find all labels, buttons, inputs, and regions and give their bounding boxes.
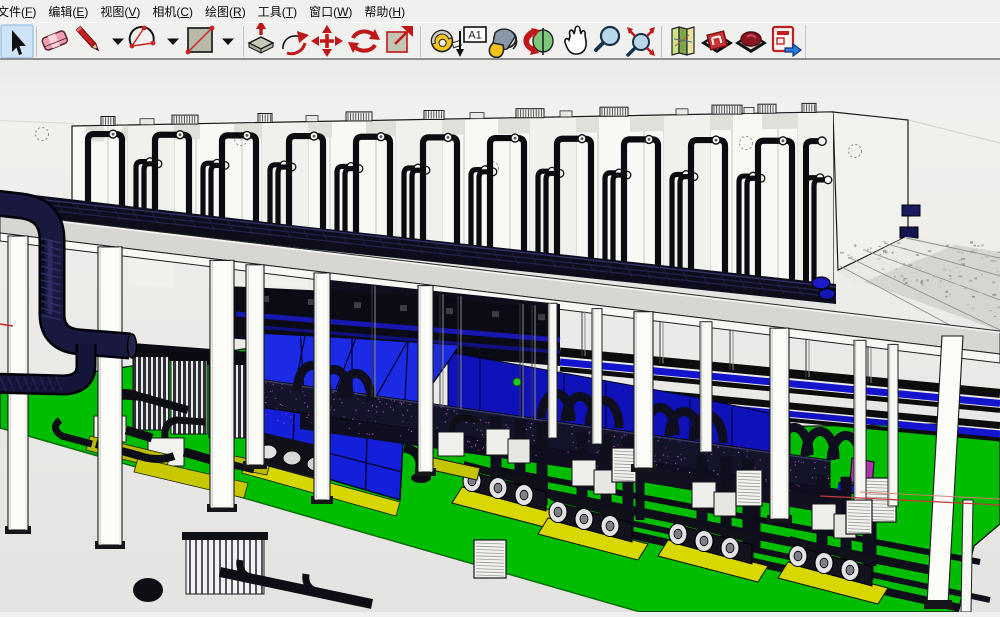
svg-text:A1: A1 — [468, 30, 481, 42]
